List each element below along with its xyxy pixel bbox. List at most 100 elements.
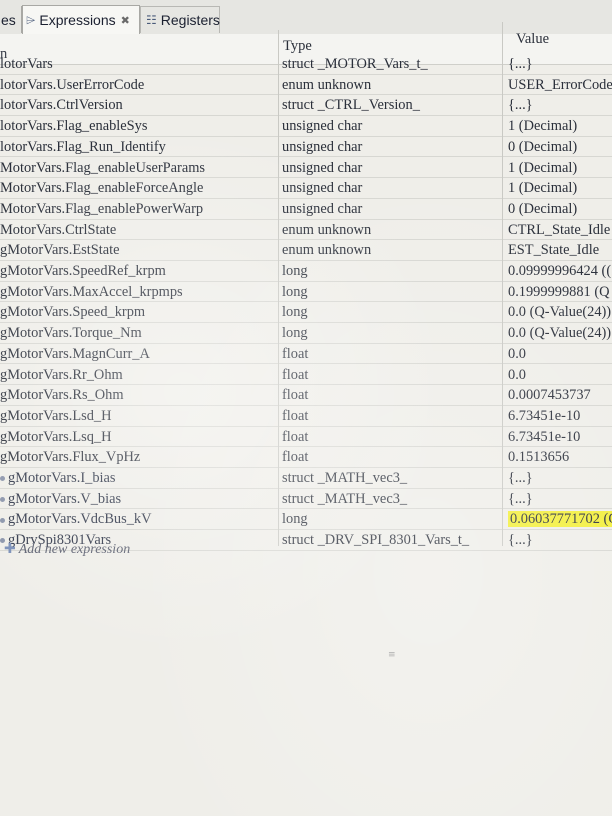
resize-grip-icon[interactable]: ≡ — [388, 650, 396, 660]
expression-name-text: gMotorVars.V_bias — [8, 490, 122, 507]
column-header-value[interactable]: Value — [516, 31, 549, 48]
expression-name-text: gMotorVars.SpeedRef_krpm — [0, 263, 166, 279]
expression-name[interactable]: gMotorVars.Flux_VpHz — [0, 447, 278, 467]
expression-value[interactable]: {...} — [508, 468, 612, 488]
expression-value[interactable]: 0.0 (Q-Value(24)) — [508, 302, 612, 322]
table-row[interactable]: gMotorVars.Lsd_H float 6.73451e-10 — [0, 406, 612, 427]
column-divider-value[interactable] — [502, 22, 503, 546]
expression-value-text: 0 (Decimal) — [508, 138, 578, 155]
expression-name[interactable]: lotorVars.Flag_Run_Identify — [0, 137, 278, 157]
expression-value[interactable]: 0.0 — [508, 365, 612, 385]
expression-name[interactable]: gMotorVars.SpeedRef_krpm — [0, 261, 278, 281]
table-row[interactable]: gMotorVars.Speed_krpm long 0.0 (Q-Value(24… — [0, 302, 612, 324]
close-icon[interactable]: ✖ — [121, 14, 130, 27]
tab-previous[interactable]: es — [0, 6, 22, 33]
expression-value[interactable]: 0.0 (Q-Value(24)) — [508, 323, 612, 343]
expression-name[interactable]: gMotorVars.MagnCurr_A — [0, 344, 278, 364]
expression-value-text: 6.73451e-10 — [508, 407, 581, 424]
column-divider-type[interactable] — [278, 30, 279, 546]
table-row[interactable]: MotorVars.Flag_enableForceAngle unsigned … — [0, 178, 612, 199]
table-row[interactable]: gMotorVars.EstState enum unknown EST_State… — [0, 240, 612, 261]
table-row[interactable]: gMotorVars.SpeedRef_krpm long 0.0999999642… — [0, 261, 612, 282]
table-row[interactable]: gMotorVars.VdcBus_kV long 0.06037771702 (Q — [0, 509, 612, 531]
table-row[interactable]: gMotorVars.Flux_VpHz float 0.1513656 — [0, 447, 612, 468]
expression-value[interactable]: 0.0 — [508, 344, 612, 364]
expand-icon[interactable] — [0, 517, 5, 523]
expression-value[interactable]: 1 (Decimal) — [508, 158, 612, 178]
expression-name[interactable]: gMotorVars.Torque_Nm — [0, 323, 278, 343]
expression-value[interactable]: 0.06037771702 (Q — [508, 509, 612, 529]
expression-value[interactable]: 0.1999999881 (Q — [508, 282, 612, 302]
expression-type: unsigned char — [282, 180, 363, 197]
table-row[interactable]: gMotorVars.I_bias struct _MATH_vec3_ {...} — [0, 468, 612, 489]
column-header-type[interactable]: Type — [283, 38, 312, 55]
table-row[interactable]: gMotorVars.Rr_Ohm float 0.0 — [0, 365, 612, 386]
expression-name[interactable]: MotorVars.Flag_enableForceAngle — [0, 178, 278, 198]
table-row[interactable]: gMotorVars.Torque_Nm long 0.0 (Q-Value(24)… — [0, 323, 612, 344]
expression-name-text: gMotorVars.VdcBus_kV — [8, 511, 152, 528]
table-row[interactable]: lotorVars.Flag_Run_Identify unsigned char… — [0, 137, 612, 158]
expression-type: float — [282, 366, 309, 383]
expression-name[interactable]: gMotorVars.I_bias — [0, 468, 278, 488]
expression-name[interactable]: gMotorVars.VdcBus_kV — [0, 509, 278, 529]
expression-name-text: gMotorVars.Rr_Ohm — [0, 366, 123, 383]
table-row[interactable]: gMotorVars.Lsq_H float 6.73451e-10 — [0, 427, 612, 448]
expression-name[interactable]: MotorVars.Flag_enablePowerWarp — [0, 199, 278, 219]
expression-value[interactable]: 0.1513656 — [508, 447, 612, 467]
expression-name[interactable]: gMotorVars.Rr_Ohm — [0, 365, 278, 385]
expression-name[interactable]: lotorVars — [0, 54, 278, 74]
expression-type: unsigned char — [282, 200, 363, 217]
expression-name[interactable]: gMotorVars.EstState — [0, 240, 278, 260]
expression-name[interactable]: lotorVars.Flag_enableSys — [0, 116, 278, 136]
expression-name[interactable]: gMotorVars.V_bias — [0, 489, 278, 509]
table-row[interactable]: MotorVars.Flag_enablePowerWarp unsigned c… — [0, 199, 612, 220]
table-row[interactable]: MotorVars.Flag_enableUserParams unsigned … — [0, 158, 612, 179]
expression-value-text: {...} — [508, 97, 533, 114]
expression-name[interactable]: gMotorVars.Rs_Ohm — [0, 385, 278, 405]
expression-name[interactable]: lotorVars.CtrlVersion — [0, 95, 278, 115]
expression-value-text: USER_ErrorCode — [508, 76, 612, 93]
expression-value[interactable]: {...} — [508, 489, 612, 509]
view-tab-bar: es ⌲ Expressions ✖ ☷ Registers — [0, 0, 612, 35]
expression-value[interactable]: 1 (Decimal) — [508, 178, 612, 198]
expression-value-text: 1 (Decimal) — [508, 180, 578, 197]
table-row[interactable]: gMotorVars.MagnCurr_A float 0.0 — [0, 344, 612, 365]
expression-name[interactable]: gMotorVars.Speed_krpm — [0, 302, 278, 322]
expression-name-text: MotorVars.Flag_enableUserParams — [0, 159, 206, 176]
expression-value[interactable]: 0.09999996424 (( — [508, 261, 612, 281]
expression-name[interactable]: gMotorVars.Lsq_H — [0, 427, 278, 447]
expression-value-text: 1 (Decimal) — [508, 118, 578, 135]
table-row[interactable]: lotorVars.UserErrorCode enum unknown USER_… — [0, 75, 612, 96]
expression-value[interactable]: {...} — [508, 54, 612, 74]
expression-name[interactable]: lotorVars.UserErrorCode — [0, 75, 278, 95]
table-row[interactable]: gMotorVars.V_bias struct _MATH_vec3_ {...} — [0, 489, 612, 510]
expression-value-text: 0.0 (Q-Value(24)) — [508, 304, 612, 321]
expression-value[interactable]: {...} — [508, 95, 612, 115]
expand-icon[interactable] — [0, 476, 5, 482]
expression-value[interactable]: USER_ErrorCode — [508, 75, 612, 95]
expression-value[interactable]: {...} — [508, 530, 612, 550]
expression-value[interactable]: 6.73451e-10 — [508, 406, 612, 426]
tab-registers[interactable]: ☷ Registers — [140, 6, 220, 33]
expand-icon[interactable] — [0, 496, 5, 502]
expression-value[interactable]: EST_State_Idle — [508, 240, 612, 260]
expression-name[interactable]: gMotorVars.Lsd_H — [0, 406, 278, 426]
table-row[interactable]: MotorVars.CtrlState enum unknown CTRL_Stat… — [0, 220, 612, 241]
expression-value[interactable]: CTRL_State_Idle — [508, 220, 612, 240]
expression-value[interactable]: 6.73451e-10 — [508, 427, 612, 447]
table-row[interactable]: gMotorVars.Rs_Ohm float 0.0007453737 — [0, 385, 612, 406]
add-new-expression[interactable]: ✚ Add new expression — [4, 541, 130, 558]
tab-expressions[interactable]: ⌲ Expressions ✖ — [22, 5, 140, 34]
expression-name[interactable]: gMotorVars.MaxAccel_krpmps — [0, 282, 278, 302]
expression-value[interactable]: 0 (Decimal) — [508, 199, 612, 219]
expression-value[interactable]: 0 (Decimal) — [508, 137, 612, 157]
table-row[interactable]: lotorVars struct _MOTOR_Vars_t_ {...} — [0, 54, 612, 75]
expression-name[interactable]: MotorVars.Flag_enableUserParams — [0, 158, 278, 178]
expression-value-text: 0.1513656 — [508, 449, 570, 466]
table-row[interactable]: lotorVars.Flag_enableSys unsigned char 1 (… — [0, 116, 612, 137]
expression-value[interactable]: 0.0007453737 — [508, 385, 612, 405]
table-row[interactable]: lotorVars.CtrlVersion struct _CTRL_Versio… — [0, 95, 612, 117]
expression-value[interactable]: 1 (Decimal) — [508, 116, 612, 136]
table-row[interactable]: gMotorVars.MaxAccel_krpmps long 0.19999998… — [0, 282, 612, 303]
expression-name[interactable]: MotorVars.CtrlState — [0, 220, 278, 240]
